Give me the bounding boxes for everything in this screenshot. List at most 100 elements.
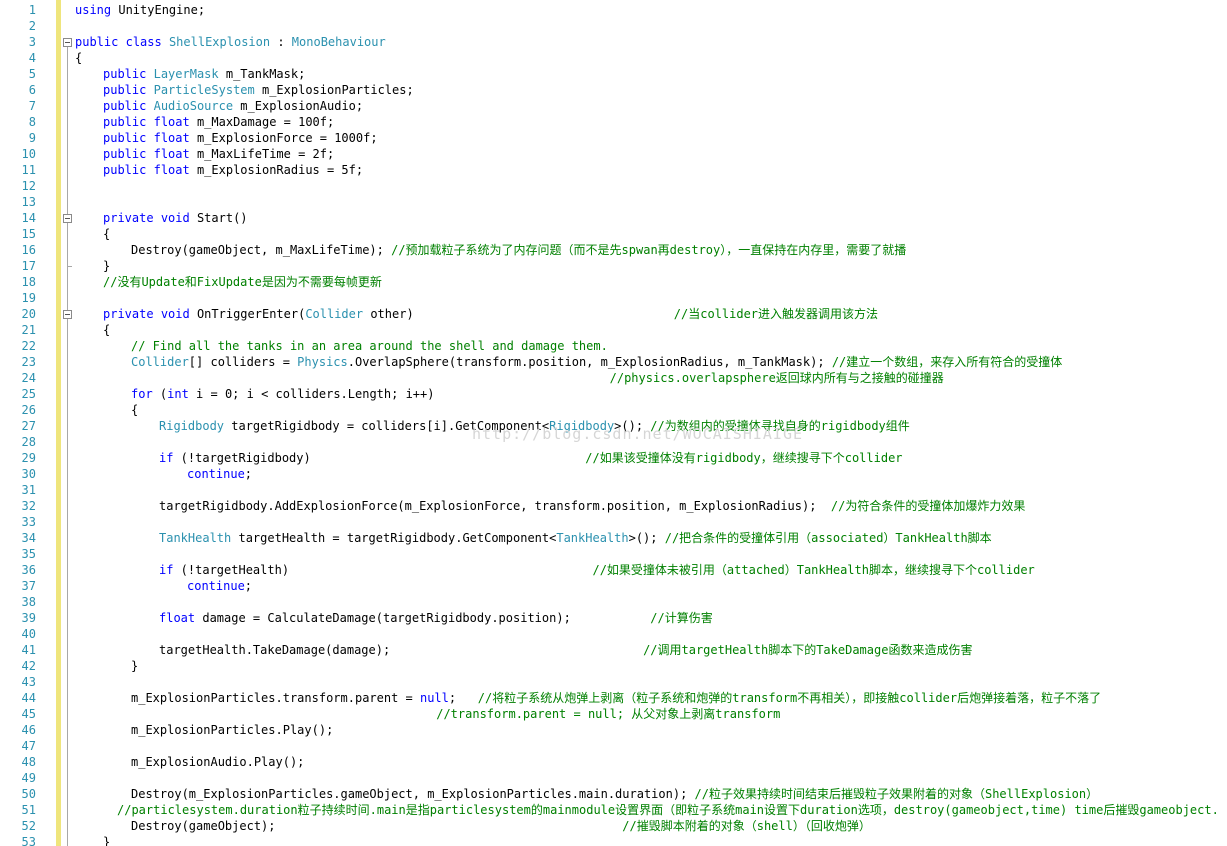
line-number: 39 xyxy=(21,611,36,625)
line-number: 31 xyxy=(21,483,36,497)
code-line[interactable]: { xyxy=(131,402,138,418)
code-comment: //粒子效果持续时间结束后摧毁粒子效果附着的对象（ShellExplosion） xyxy=(694,787,1099,801)
code-line[interactable]: float damage = CalculateDamage(targetRig… xyxy=(159,610,713,626)
line-number: 12 xyxy=(21,179,36,193)
line-number: 32 xyxy=(21,499,36,513)
code-editor[interactable]: 1 2 3 4 5 6 7 8 9 10 11 12 13 14 15 16 17 18 19 20 21 22 23 24 2… xyxy=(0,0,1227,846)
code-line[interactable]: public ParticleSystem m_ExplosionParticl… xyxy=(103,82,414,98)
code-line[interactable]: { xyxy=(103,226,110,242)
code-line[interactable]: Destroy(m_ExplosionParticles.gameObject,… xyxy=(131,786,1098,802)
code-line[interactable]: } xyxy=(103,258,110,274)
code-line[interactable]: //没有Update和FixUpdate是因为不需要每帧更新 xyxy=(103,274,382,290)
code-line[interactable]: TankHealth targetHealth = targetRigidbod… xyxy=(159,530,992,546)
code-line[interactable]: m_ExplosionParticles.Play(); xyxy=(131,722,333,738)
code-type: MonoBehaviour xyxy=(291,35,386,49)
code-line[interactable]: m_ExplosionParticles.transform.parent = … xyxy=(131,690,1101,706)
code-line[interactable]: public LayerMask m_TankMask; xyxy=(103,66,305,82)
code-comment: //当collider进入触发器调用该方法 xyxy=(673,307,879,321)
line-number: 40 xyxy=(21,627,36,641)
code-keyword: void xyxy=(160,211,190,225)
outline-end-marker xyxy=(67,266,72,267)
code-line[interactable]: Destroy(gameObject); //摧毁脚本附着的对象（shell）（… xyxy=(131,818,871,834)
code-text: Destroy(m_ExplosionParticles.gameObject,… xyxy=(131,787,695,801)
code-comment: //预加载粒子系统为了内存问题（而不是先spwan再destroy），一直保持在… xyxy=(391,243,907,257)
line-number: 16 xyxy=(21,243,36,257)
code-keyword: public xyxy=(103,131,147,145)
code-line[interactable]: targetRigidbody.AddExplosionForce(m_Expl… xyxy=(159,498,1025,514)
code-keyword: float xyxy=(153,115,190,129)
code-text: { xyxy=(103,323,111,337)
collapse-icon[interactable] xyxy=(63,38,72,47)
code-line[interactable]: private void Start() xyxy=(103,210,248,226)
code-line[interactable]: { xyxy=(75,50,82,66)
code-text: } xyxy=(103,259,111,273)
code-area[interactable]: using UnityEngine; public class ShellExpl… xyxy=(75,0,1227,846)
line-number: 13 xyxy=(21,195,36,209)
code-text: Destroy(gameObject); xyxy=(131,819,623,833)
code-keyword: private xyxy=(103,307,154,321)
watermark: http://blog.csdn.net/WOCAISHIAIGE xyxy=(472,425,804,443)
code-line[interactable]: //particlesystem.duration粒子持续时间.main是指pa… xyxy=(117,802,1219,818)
code-line[interactable]: //physics.overlapsphere返回球内所有与之接触的碰撞器 xyxy=(75,370,944,386)
line-number: 45 xyxy=(21,707,36,721)
code-line[interactable]: if (!targetHealth) //如果受撞体未被引用（attached）… xyxy=(159,562,1035,578)
code-line[interactable]: continue; xyxy=(187,466,252,482)
code-line[interactable]: public float m_MaxLifeTime = 2f; xyxy=(103,146,334,162)
code-line[interactable]: for (int i = 0; i < colliders.Length; i+… xyxy=(131,386,434,402)
code-text: } xyxy=(103,835,111,846)
code-text: : xyxy=(270,35,292,49)
code-line[interactable]: public class ShellExplosion : MonoBehavi… xyxy=(75,34,386,50)
line-number: 30 xyxy=(21,467,36,481)
collapse-icon[interactable] xyxy=(63,214,72,223)
code-line[interactable]: Collider[] colliders = Physics.OverlapSp… xyxy=(131,354,1062,370)
code-line[interactable]: { xyxy=(103,322,110,338)
code-line[interactable]: public AudioSource m_ExplosionAudio; xyxy=(103,98,363,114)
code-line[interactable]: Destroy(gameObject, m_MaxLifeTime); //预加… xyxy=(131,242,906,258)
code-line[interactable]: //transform.parent = null; 从父对象上剥离transf… xyxy=(75,706,780,722)
code-text: } xyxy=(131,659,139,673)
code-text: m_ExplosionAudio; xyxy=(233,99,364,113)
code-line[interactable]: continue; xyxy=(187,578,252,594)
code-line[interactable]: // Find all the tanks in an area around … xyxy=(131,338,608,354)
code-line[interactable]: public float m_MaxDamage = 100f; xyxy=(103,114,334,130)
code-comment: //建立一个数组，来存入所有符合的受撞体 xyxy=(831,355,1063,369)
code-line[interactable]: using UnityEngine; xyxy=(75,2,205,18)
line-number: 21 xyxy=(21,323,36,337)
code-text: ; xyxy=(244,579,253,593)
code-text: { xyxy=(131,403,139,417)
code-line[interactable]: } xyxy=(131,658,138,674)
code-keyword: continue xyxy=(187,467,245,481)
code-line[interactable]: m_ExplosionAudio.Play(); xyxy=(131,754,304,770)
code-comment: //把合条件的受撞体引用（associated）TankHealth脚本 xyxy=(664,531,992,545)
code-keyword: class xyxy=(125,35,162,49)
code-line[interactable]: } xyxy=(103,834,110,846)
line-number: 43 xyxy=(21,675,36,689)
code-keyword: private xyxy=(103,211,154,225)
code-text: targetHealth = targetRigidbody.GetCompon… xyxy=(231,531,557,545)
code-line[interactable]: targetHealth.TakeDamage(damage); //调用tar… xyxy=(159,642,972,658)
code-text: Destroy(gameObject, m_MaxLifeTime); xyxy=(131,243,392,257)
code-text: .OverlapSphere(transform.position, m_Exp… xyxy=(347,355,832,369)
code-text: m_ExplosionForce = 1000f; xyxy=(189,131,378,145)
code-text: (!targetRigidbody) xyxy=(173,451,586,465)
line-number: 53 xyxy=(21,835,36,846)
code-comment: //如果受撞体未被引用（attached）TankHealth脚本，继续搜寻下个… xyxy=(592,563,1035,577)
code-keyword: if xyxy=(159,563,174,577)
code-type: Physics xyxy=(297,355,348,369)
code-line[interactable]: if (!targetRigidbody) //如果该受撞体没有rigidbod… xyxy=(159,450,903,466)
line-number: 1 xyxy=(28,3,36,17)
code-type: ParticleSystem xyxy=(153,83,255,97)
collapse-icon[interactable] xyxy=(63,310,72,319)
code-line[interactable]: public float m_ExplosionForce = 1000f; xyxy=(103,130,378,146)
code-keyword: public xyxy=(103,115,147,129)
code-text: m_ExplosionParticles.Play(); xyxy=(131,723,334,737)
line-number: 50 xyxy=(21,787,36,801)
code-keyword: public xyxy=(103,99,147,113)
code-line[interactable]: public float m_ExplosionRadius = 5f; xyxy=(103,162,363,178)
code-comment: //为符合条件的受撞体加爆炸力效果 xyxy=(830,499,1026,513)
code-keyword: if xyxy=(159,451,174,465)
code-line[interactable]: private void OnTriggerEnter(Collider oth… xyxy=(103,306,878,322)
